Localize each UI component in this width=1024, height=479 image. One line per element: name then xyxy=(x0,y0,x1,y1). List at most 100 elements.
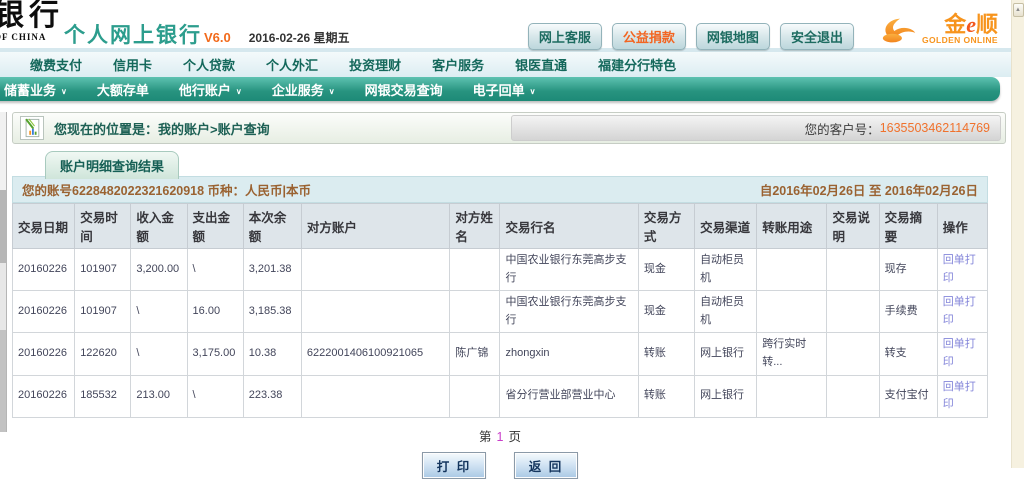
table-cell: 10.38 xyxy=(243,333,301,375)
table-cell: 3,185.38 xyxy=(243,291,301,333)
customer-number-label: 您的客户号： xyxy=(805,119,880,138)
primary-nav-item[interactable]: 个人外汇 xyxy=(266,55,318,74)
print-button[interactable]: 打 印 xyxy=(422,452,486,479)
tab-account-detail-result[interactable]: 账户明细查询结果 xyxy=(45,151,179,179)
vertical-scrollbar[interactable]: ▲ xyxy=(1011,0,1024,468)
bank-logo-sub: OF CHINA xyxy=(0,32,64,42)
receipt-print-link[interactable]: 回单打印 xyxy=(943,381,976,411)
tab-row: 账户明细查询结果 xyxy=(12,151,1006,176)
secondary-nav-item[interactable]: 企业服务∨ xyxy=(272,80,335,99)
table-cell: 223.38 xyxy=(243,375,301,417)
collapsed-sidebar-splitter[interactable] xyxy=(0,112,7,432)
primary-nav-item[interactable]: 信用卡 xyxy=(113,55,152,74)
table-cell xyxy=(827,249,879,291)
primary-nav-item[interactable]: 个人贷款 xyxy=(183,55,235,74)
table-cell: 省分行营业部营业中心 xyxy=(500,375,638,417)
splitter-segment xyxy=(0,112,6,190)
table-cell: 陈广锦 xyxy=(450,333,500,375)
table-cell: 回单打印 xyxy=(937,291,987,333)
table-cell: 支付宝付 xyxy=(879,375,937,417)
table-body: 201602261019073,200.00\3,201.38中国农业银行东莞高… xyxy=(13,249,988,418)
brand-name: 金e顺 xyxy=(944,15,998,35)
primary-nav: 缴费支付 信用卡 个人贷款 个人外汇 投资理财 客户服务 银医直通 福建分行特色 xyxy=(0,52,1024,77)
primary-nav-item[interactable]: 缴费支付 xyxy=(30,55,82,74)
table-cell: 转支 xyxy=(879,333,937,375)
receipt-print-link[interactable]: 回单打印 xyxy=(943,296,976,326)
table-cell: 转账 xyxy=(638,375,694,417)
table-cell: 中国农业银行东莞高步支行 xyxy=(500,291,638,333)
secondary-nav-item[interactable]: 储蓄业务∨ xyxy=(4,80,67,99)
primary-nav-item[interactable]: 银医直通 xyxy=(515,55,567,74)
table-cell xyxy=(757,249,827,291)
chevron-down-icon: ∨ xyxy=(329,87,335,96)
column-header: 交易渠道 xyxy=(695,204,757,249)
table-cell: 手续费 xyxy=(879,291,937,333)
action-buttons: 打 印 返 回 xyxy=(12,452,988,479)
receipt-print-link[interactable]: 回单打印 xyxy=(943,254,976,284)
table-cell xyxy=(757,375,827,417)
secondary-nav-item[interactable]: 他行账户∨ xyxy=(179,80,242,99)
secondary-nav-item[interactable]: 电子回单∨ xyxy=(473,80,536,99)
golden-swirl-icon xyxy=(880,15,920,45)
secondary-nav-item[interactable]: 大额存单 xyxy=(97,80,149,99)
table-cell xyxy=(301,291,449,333)
primary-nav-item[interactable]: 客户服务 xyxy=(432,55,484,74)
table-cell: 自动柜员机 xyxy=(695,249,757,291)
table-cell: 跨行实时转... xyxy=(757,333,827,375)
brand-texts: 金e顺 GOLDEN ONLINE xyxy=(922,15,998,45)
splitter-segment xyxy=(0,190,6,263)
column-header: 收入金额 xyxy=(131,204,187,249)
primary-nav-item[interactable]: 投资理财 xyxy=(349,55,401,74)
brand-name-post: 顺 xyxy=(976,12,998,37)
table-cell: 20160226 xyxy=(13,291,75,333)
table-cell: 回单打印 xyxy=(937,333,987,375)
scrollbar-up-arrow-icon[interactable]: ▲ xyxy=(1013,3,1024,17)
date-range: 自2016年02月26日 至 2016年02月26日 xyxy=(760,180,978,199)
secondary-nav-item[interactable]: 网银交易查询 xyxy=(365,80,443,99)
column-header: 操作 xyxy=(937,204,987,249)
column-header: 交易摘要 xyxy=(879,204,937,249)
bank-logo: 银行 OF CHINA xyxy=(0,1,64,42)
product-line: 个人网上银行 V6.0 2016-02-26 星期五 xyxy=(64,19,349,49)
quick-button[interactable]: 安全退出 xyxy=(780,23,854,50)
chevron-down-icon: ∨ xyxy=(61,87,67,96)
table-cell xyxy=(827,333,879,375)
customer-number-box: 您的客户号： 1635503462114769 xyxy=(511,115,1001,141)
table-cell: 101907 xyxy=(75,291,131,333)
splitter-segment xyxy=(0,263,6,330)
secondary-nav-wrap: 储蓄业务∨ 大额存单 他行账户∨ 企业服务∨ 网银交易查询 电子回单∨ xyxy=(0,77,1024,101)
column-header: 本次余额 xyxy=(243,204,301,249)
table-cell: 185532 xyxy=(75,375,131,417)
customer-number-value: 1635503462114769 xyxy=(880,121,990,135)
current-date: 2016-02-26 星期五 xyxy=(249,29,350,46)
brand-subtitle: GOLDEN ONLINE xyxy=(922,35,998,45)
table-cell: 122620 xyxy=(75,333,131,375)
chevron-down-icon: ∨ xyxy=(236,87,242,96)
back-button[interactable]: 返 回 xyxy=(514,452,578,479)
table-cell: 回单打印 xyxy=(937,375,987,417)
main-content: 您现在的位置是：我的账户>账户查询 您的客户号： 163550346211476… xyxy=(12,112,1006,479)
transaction-table: 交易日期交易时间收入金额支出金额本次余额对方账户对方姓名交易行名交易方式交易渠道… xyxy=(12,203,988,418)
column-header: 转账用途 xyxy=(757,204,827,249)
table-cell xyxy=(450,375,500,417)
table-cell xyxy=(450,291,500,333)
document-paperclip-icon xyxy=(20,116,44,140)
table-cell: 3,175.00 xyxy=(187,333,243,375)
quick-button[interactable]: 公益捐款 xyxy=(612,23,686,50)
product-version: V6.0 xyxy=(204,30,231,45)
chevron-down-icon: ∨ xyxy=(530,87,536,96)
table-cell: 3,201.38 xyxy=(243,249,301,291)
receipt-print-link[interactable]: 回单打印 xyxy=(943,338,976,368)
table-cell xyxy=(301,375,449,417)
quick-button[interactable]: 网上客服 xyxy=(528,23,602,50)
table-cell: 网上银行 xyxy=(695,375,757,417)
primary-nav-item[interactable]: 福建分行特色 xyxy=(598,55,676,74)
page-number: 1 xyxy=(497,430,504,444)
quick-buttons: 网上客服公益捐款网银地图安全退出 xyxy=(528,23,854,50)
table-row: 20160226122620\3,175.0010.38622200140610… xyxy=(13,333,988,375)
top-header: 银行 OF CHINA 个人网上银行 V6.0 2016-02-26 星期五 网… xyxy=(0,0,1024,52)
table-cell: 20160226 xyxy=(13,375,75,417)
secondary-nav: 储蓄业务∨ 大额存单 他行账户∨ 企业服务∨ 网银交易查询 电子回单∨ xyxy=(0,77,1000,101)
quick-button[interactable]: 网银地图 xyxy=(696,23,770,50)
header-right: 网上客服公益捐款网银地图安全退出 金e顺 GOLDEN ONLINE xyxy=(528,8,998,48)
